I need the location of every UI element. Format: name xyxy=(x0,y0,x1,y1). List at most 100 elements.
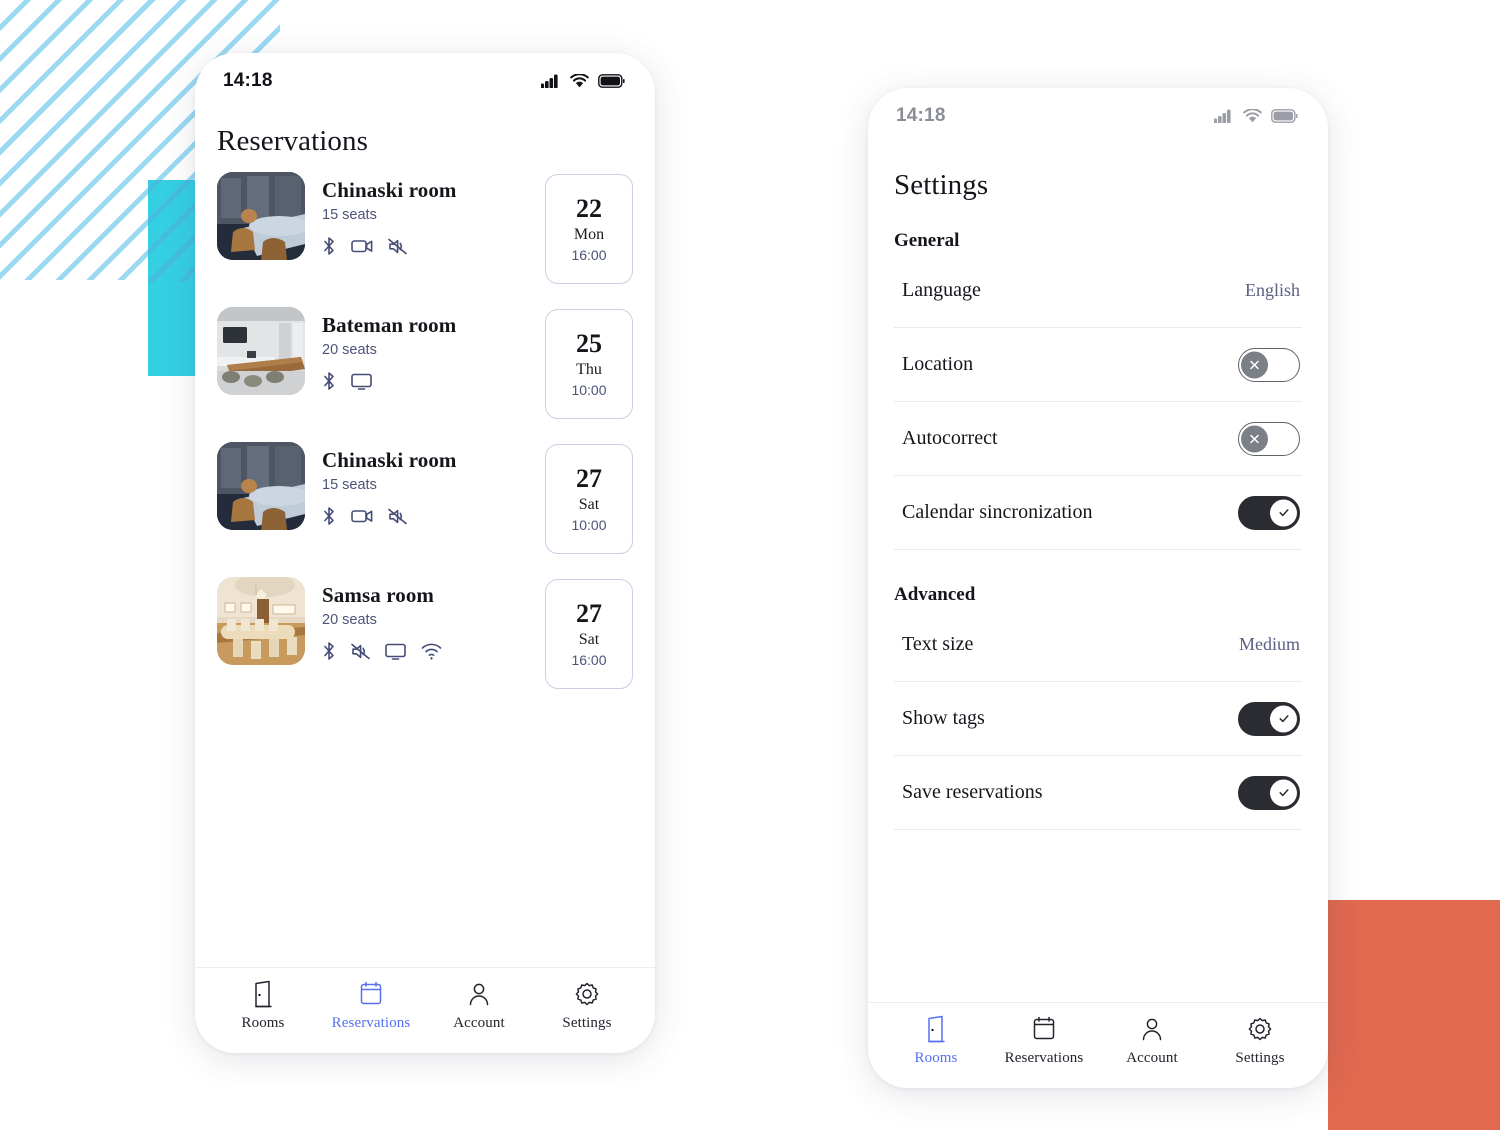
tab-label: Settings xyxy=(562,1015,612,1031)
tab-rooms[interactable]: Rooms xyxy=(888,1015,984,1067)
tab-account[interactable]: Account xyxy=(431,980,527,1032)
tab-settings[interactable]: Settings xyxy=(539,980,635,1032)
check-icon xyxy=(1278,789,1289,797)
reservation-date-card[interactable]: 27 Sat 16:00 xyxy=(545,579,633,689)
date-time: 16:00 xyxy=(571,651,607,668)
room-thumbnail xyxy=(217,442,305,530)
tab-label: Settings xyxy=(1235,1050,1285,1066)
gear-icon xyxy=(575,982,599,1006)
toggle-location[interactable] xyxy=(1238,347,1300,382)
toggle-save-reservations[interactable] xyxy=(1238,775,1300,810)
settings-screen: Settings General Language English Locati… xyxy=(868,136,1328,1002)
room-name: Chinaski room xyxy=(322,178,457,202)
setting-row-autocorrect[interactable]: Autocorrect xyxy=(894,402,1302,476)
phone-settings: 14:18 Settings General Language English … xyxy=(868,88,1328,1088)
phone-reservations: 14:18 Reservations Chinaski room 15 seat… xyxy=(195,53,655,1053)
setting-row-calendar-sincronization[interactable]: Calendar sincronization xyxy=(894,476,1302,550)
tab-label: Reservations xyxy=(331,1015,411,1031)
setting-row-save-reservations[interactable]: Save reservations xyxy=(894,756,1302,830)
date-time: 16:00 xyxy=(571,246,607,263)
room-thumbnail xyxy=(217,172,305,260)
room-thumbnail xyxy=(217,307,305,395)
gear-icon xyxy=(1248,1017,1272,1041)
amenity-icons xyxy=(322,641,545,661)
list-item[interactable]: Chinaski room 15 seats 27 Sat 10:00 xyxy=(217,442,633,554)
toggle-knob xyxy=(1241,425,1268,452)
orange-block-decoration xyxy=(1328,900,1500,1130)
room-name: Samsa room xyxy=(322,583,435,607)
bluetooth-icon xyxy=(324,507,334,526)
reservation-date-card[interactable]: 25 Thu 10:00 xyxy=(545,309,633,419)
setting-label: Calendar sincronization xyxy=(902,501,1093,523)
tab-settings[interactable]: Settings xyxy=(1212,1015,1308,1067)
room-info: Samsa room 20 seats xyxy=(305,577,545,661)
speaker-muted-icon xyxy=(351,643,370,660)
tab-label: Account xyxy=(1126,1050,1178,1066)
signal-bars-icon xyxy=(1214,109,1231,123)
tab-reservations[interactable]: Reservations xyxy=(996,1015,1092,1067)
room-seats: 15 seats xyxy=(322,477,377,494)
wifi-icon xyxy=(421,643,442,660)
toggle-knob xyxy=(1241,351,1268,378)
person-icon xyxy=(1142,1018,1162,1041)
reservations-list: Chinaski room 15 seats 22 Mon 16:00 Bate… xyxy=(195,158,655,689)
setting-label: Show tags xyxy=(902,707,985,729)
date-weekday: Sat xyxy=(578,630,600,648)
date-weekday: Thu xyxy=(576,360,602,378)
reservation-date-card[interactable]: 27 Sat 10:00 xyxy=(545,444,633,554)
status-icon-group xyxy=(1214,109,1298,123)
setting-label: Save reservations xyxy=(902,781,1043,803)
setting-row-text-size[interactable]: Text size Medium xyxy=(894,608,1302,682)
close-icon xyxy=(1250,360,1259,369)
tab-account[interactable]: Account xyxy=(1104,1015,1200,1067)
door-icon xyxy=(928,1015,945,1043)
monitor-icon xyxy=(351,373,372,390)
setting-value: Medium xyxy=(1239,634,1300,654)
bluetooth-icon xyxy=(324,372,334,391)
setting-row-language[interactable]: Language English xyxy=(894,254,1302,328)
toggle-knob xyxy=(1270,499,1297,526)
room-name: Chinaski room xyxy=(322,448,457,472)
setting-label: Text size xyxy=(902,633,974,655)
room-seats: 15 seats xyxy=(322,207,377,224)
setting-row-show-tags[interactable]: Show tags xyxy=(894,682,1302,756)
date-day: 25 xyxy=(576,329,602,359)
toggle-knob xyxy=(1270,705,1297,732)
speaker-muted-icon xyxy=(388,238,407,255)
battery-full-icon xyxy=(598,74,625,88)
status-bar: 14:18 xyxy=(195,53,655,101)
setting-row-location[interactable]: Location xyxy=(894,328,1302,402)
list-item[interactable]: Samsa room 20 seats 27 Sat 16:00 xyxy=(217,577,633,689)
tab-reservations[interactable]: Reservations xyxy=(323,980,419,1032)
calendar-icon xyxy=(360,981,382,1005)
tab-label: Account xyxy=(453,1015,505,1031)
amenity-icons xyxy=(322,371,545,391)
bottom-tab-bar: Rooms Reservations Account Settings xyxy=(868,1002,1328,1088)
check-icon xyxy=(1278,509,1289,517)
toggle-show-tags[interactable] xyxy=(1238,701,1300,736)
door-icon xyxy=(255,980,272,1008)
list-item[interactable]: Chinaski room 15 seats 22 Mon 16:00 xyxy=(217,172,633,284)
tab-label: Rooms xyxy=(241,1015,285,1031)
settings-body: General Language English Location Autoco… xyxy=(868,202,1328,830)
reservation-date-card[interactable]: 22 Mon 16:00 xyxy=(545,174,633,284)
date-time: 10:00 xyxy=(571,381,607,398)
setting-label: Autocorrect xyxy=(902,427,998,449)
date-day: 27 xyxy=(576,599,602,629)
room-info: Bateman room 20 seats xyxy=(305,307,545,391)
amenity-icons xyxy=(322,236,545,256)
amenity-icons xyxy=(322,506,545,526)
toggle-autocorrect[interactable] xyxy=(1238,421,1300,456)
toggle-calendar-sincronization[interactable] xyxy=(1238,495,1300,530)
check-icon xyxy=(1278,715,1289,723)
room-thumbnail xyxy=(217,577,305,665)
bottom-tab-bar: Rooms Reservations Account Settings xyxy=(195,967,655,1053)
date-weekday: Mon xyxy=(573,225,605,243)
video-camera-icon xyxy=(351,240,373,253)
tab-rooms[interactable]: Rooms xyxy=(215,980,311,1032)
wifi-icon xyxy=(570,74,589,88)
wifi-icon xyxy=(1243,109,1262,123)
list-item[interactable]: Bateman room 20 seats 25 Thu 10:00 xyxy=(217,307,633,419)
close-icon xyxy=(1250,434,1259,443)
status-icon-group xyxy=(541,74,625,88)
